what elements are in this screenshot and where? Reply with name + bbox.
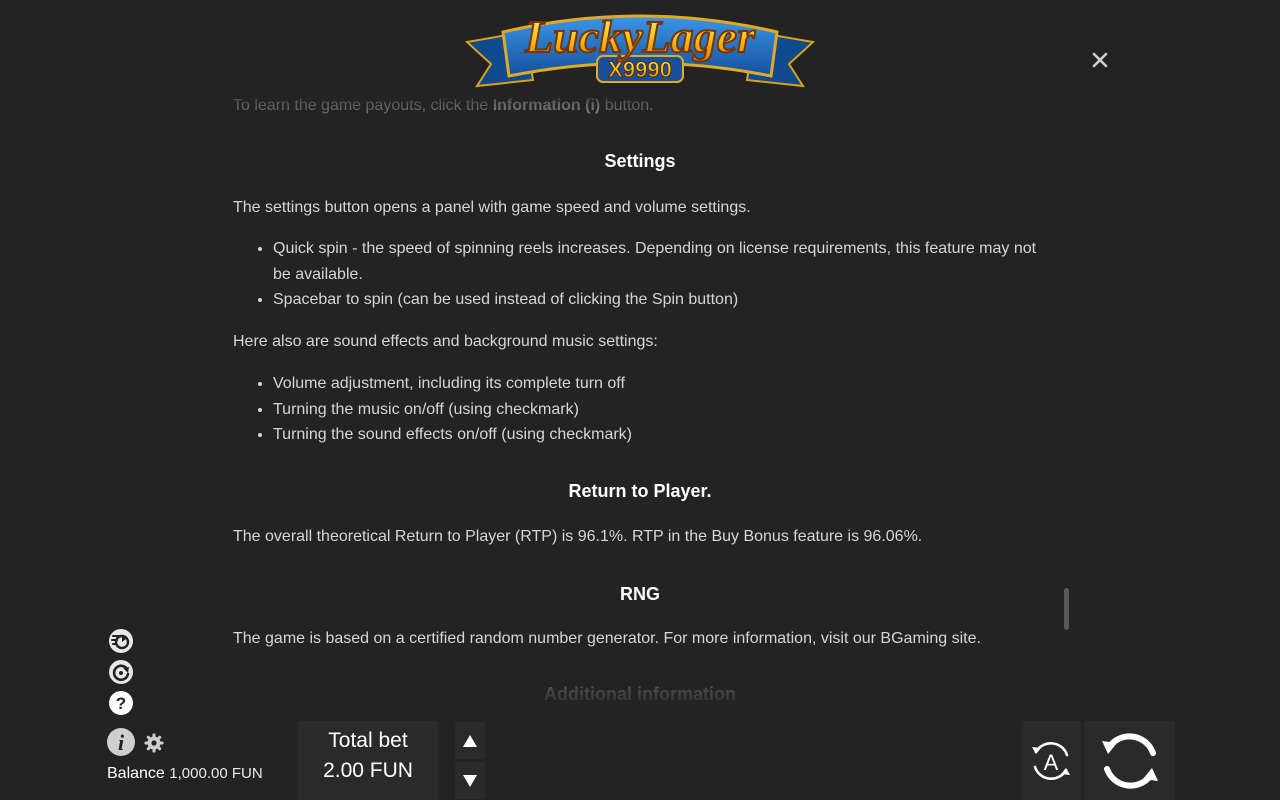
spin-icon [1101, 732, 1158, 789]
bet-increase-button[interactable] [455, 722, 485, 759]
close-icon [1092, 52, 1108, 68]
logo-title: LuckyLager [524, 11, 756, 62]
rules-content[interactable]: To learn the game payouts, click the Inf… [233, 96, 1047, 702]
total-bet-panel: Total bet 2.00 FUN [298, 721, 438, 800]
spin-button[interactable] [1084, 721, 1175, 800]
quick-spin-button[interactable] [108, 628, 134, 654]
list-item: Turning the sound effects on/off (using … [273, 422, 1047, 448]
svg-text:A: A [1044, 750, 1059, 775]
list-item: Volume adjustment, including its complet… [273, 371, 1047, 397]
settings-intro: The settings button opens a panel with g… [233, 199, 751, 216]
info-icon: i [107, 728, 135, 756]
rng-heading: RNG [620, 584, 660, 604]
rtp-heading: Return to Player. [568, 481, 712, 501]
settings-heading: Settings [604, 151, 676, 171]
help-icon: ? [109, 691, 133, 715]
settings-list: Quick spin - the speed of spinning reels… [233, 236, 1047, 313]
auto-spin-icon: A [1032, 741, 1070, 780]
total-bet-value: 2.00 FUN [323, 759, 413, 782]
rtp-text: The overall theoretical Return to Player… [233, 528, 923, 545]
bet-decrease-button[interactable] [455, 762, 485, 799]
info-button[interactable]: i [106, 727, 136, 757]
sound-list: Volume adjustment, including its complet… [233, 371, 1047, 448]
autoplay-side-button[interactable] [108, 659, 134, 685]
sound-intro: Here also are sound effects and backgrou… [233, 333, 658, 350]
payouts-note: To learn the game payouts, click the Inf… [233, 97, 654, 114]
rng-text: The game is based on a certified random … [233, 630, 981, 647]
auto-spin-button[interactable]: A [1021, 721, 1081, 800]
scrollbar[interactable] [1064, 588, 1069, 630]
autoplay-icon [109, 660, 133, 684]
list-item: Spacebar to spin (can be used instead of… [273, 287, 1047, 313]
balance-label: Balance [107, 765, 165, 782]
list-item: Turning the music on/off (using checkmar… [273, 397, 1047, 423]
settings-button[interactable] [144, 733, 164, 753]
additional-info-heading: Additional information [544, 684, 736, 702]
close-button[interactable] [1086, 46, 1114, 74]
balance-display: Balance 1,000.00 FUN [107, 765, 263, 783]
game-logo: X9990 LuckyLager [463, 2, 817, 94]
help-button[interactable]: ? [108, 690, 134, 716]
quick-spin-icon [109, 629, 133, 653]
balance-value: 1,000.00 FUN [169, 765, 263, 782]
arrow-down-icon [463, 774, 477, 787]
svg-text:i: i [118, 730, 125, 755]
svg-text:?: ? [116, 694, 126, 713]
gear-icon [144, 733, 164, 753]
total-bet-label: Total bet [328, 729, 408, 752]
arrow-up-icon [463, 734, 477, 747]
list-item: Quick spin - the speed of spinning reels… [273, 236, 1047, 287]
